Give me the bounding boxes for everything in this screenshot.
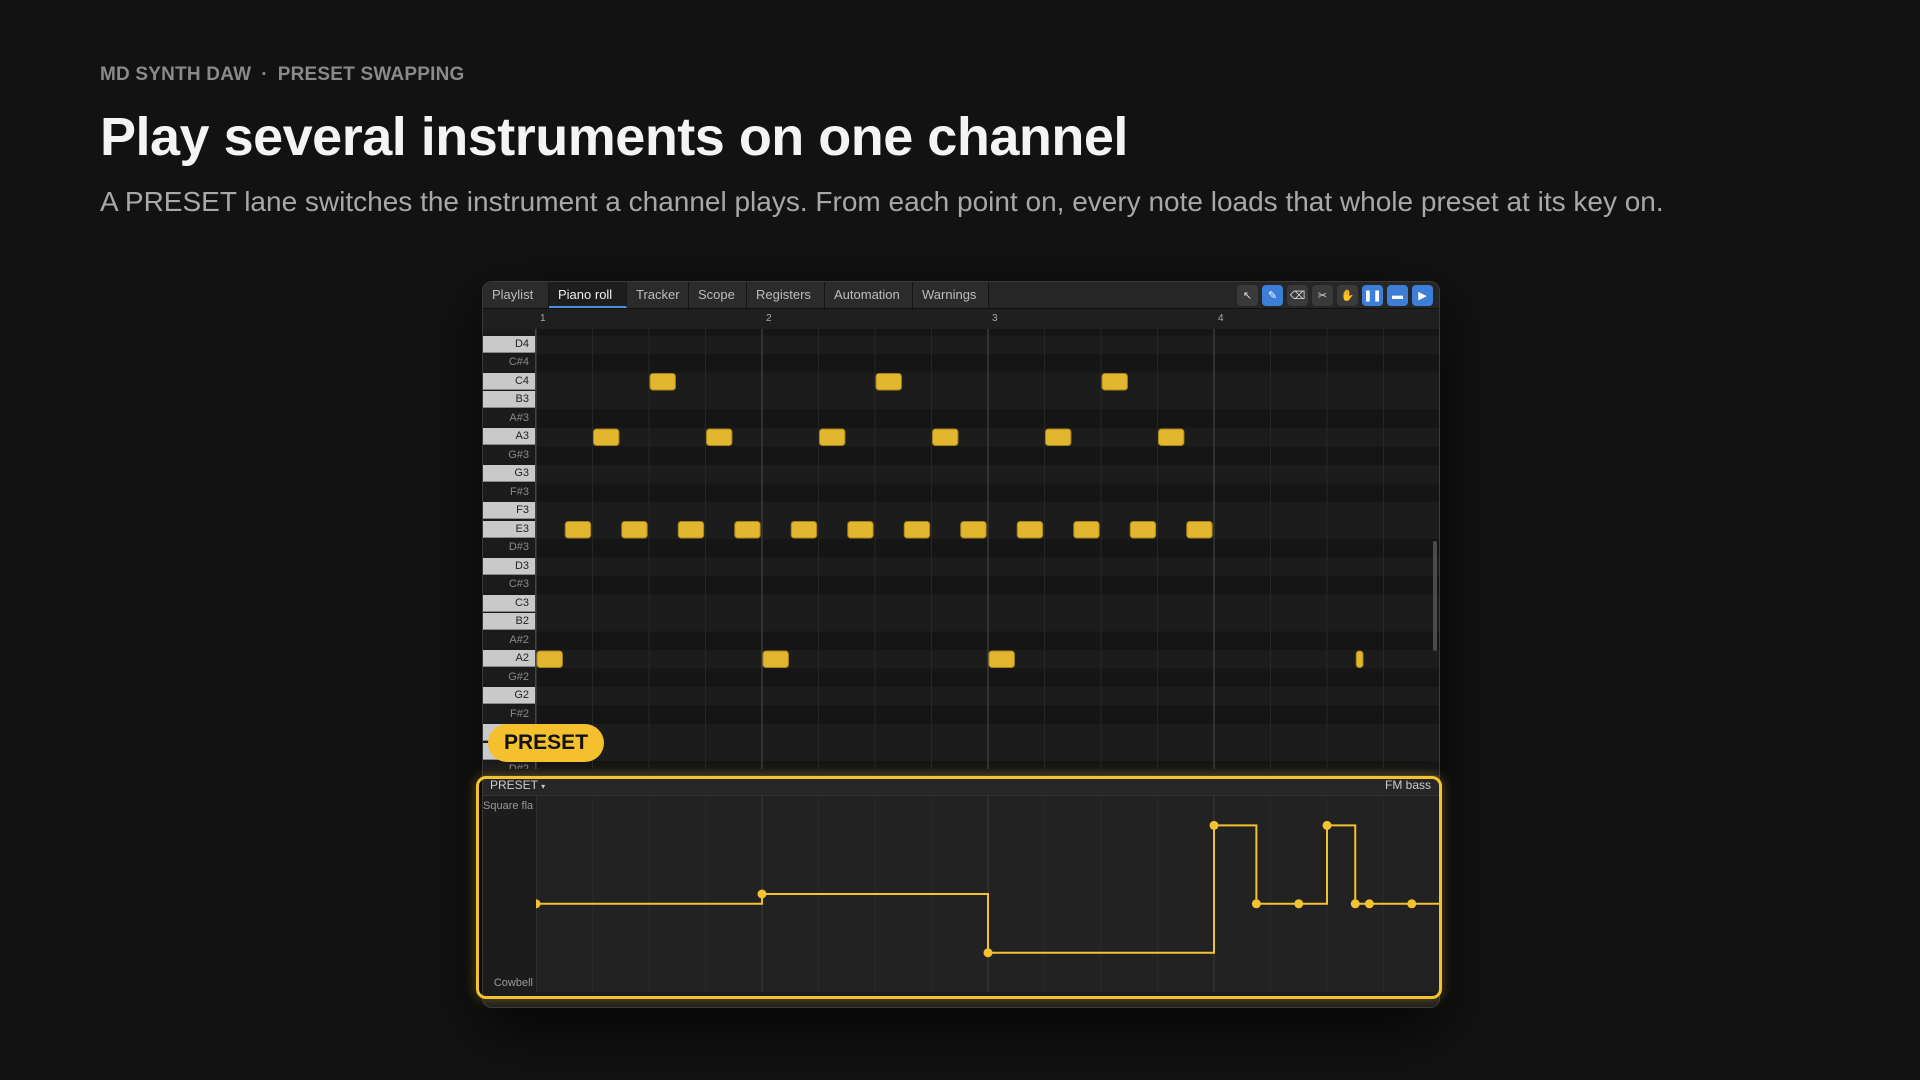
note[interactable]	[960, 521, 987, 539]
play-icon[interactable]: ▶	[1412, 285, 1433, 306]
eraser-icon[interactable]: ⌫	[1287, 285, 1308, 306]
note[interactable]	[649, 373, 676, 391]
vertical-scrollbar[interactable]	[1433, 541, 1437, 651]
note[interactable]	[677, 521, 705, 539]
note[interactable]	[564, 521, 592, 539]
piano-key[interactable]: D3	[483, 557, 535, 575]
piano-key[interactable]: E3	[483, 520, 535, 538]
note[interactable]	[790, 521, 818, 539]
toolbar: ↖ ✎ ⌫ ✂ ✋ ❚❚ ▬ ▶	[1237, 285, 1433, 306]
tab-playlist[interactable]: Playlist	[483, 282, 549, 308]
tab-tracker[interactable]: Tracker	[627, 282, 689, 308]
note[interactable]	[875, 373, 902, 391]
app-name: MD SYNTH DAW	[100, 64, 252, 85]
piano-key[interactable]: A2	[483, 650, 535, 667]
note[interactable]	[593, 428, 620, 446]
piano-key[interactable]: C4	[483, 372, 535, 390]
note[interactable]	[734, 521, 761, 539]
note[interactable]	[706, 428, 733, 446]
section-name: PRESET SWAPPING	[277, 64, 465, 85]
pause-icon[interactable]: ❚❚	[1362, 285, 1383, 306]
note[interactable]	[1073, 521, 1100, 539]
hand-icon[interactable]: ✋	[1337, 285, 1358, 306]
tab-bar: ↖ ✎ ⌫ ✂ ✋ ❚❚ ▬ ▶ Playlist Piano roll Tracker Scope…	[483, 282, 1439, 309]
breadcrumb: MD SYNTH DAW · PRESET SWAPPING	[100, 64, 464, 86]
preset-badge: PRESET	[488, 724, 605, 762]
note[interactable]	[1186, 521, 1213, 539]
piano-key[interactable]: F3	[483, 502, 535, 519]
tab-piano-roll[interactable]: Piano roll	[549, 282, 627, 308]
piano-key[interactable]: G3	[483, 465, 535, 482]
note[interactable]	[819, 428, 846, 446]
note[interactable]	[1016, 521, 1044, 539]
breadcrumb-separator: ·	[261, 64, 268, 85]
note[interactable]	[1101, 373, 1128, 391]
piano-key[interactable]: A#3	[483, 409, 535, 427]
piano-key[interactable]: C3	[483, 594, 535, 612]
piano-key[interactable]: A3	[483, 428, 535, 445]
pointer-icon[interactable]: ↖	[1237, 285, 1258, 306]
note-grid[interactable]	[536, 329, 1439, 769]
piano-key[interactable]: D#4	[483, 329, 535, 334]
note[interactable]	[762, 650, 789, 668]
note[interactable]	[1045, 428, 1072, 446]
bar-number: 2	[766, 313, 772, 324]
timeline-ruler[interactable]: 1 2 3 4	[483, 309, 1439, 330]
piano-key[interactable]: G#3	[483, 446, 535, 464]
piano-key[interactable]: C#4	[483, 354, 535, 371]
piano-key[interactable]: D4	[483, 335, 535, 353]
note[interactable]	[1355, 650, 1364, 668]
page-subtitle: A PRESET lane switches the instrument a …	[100, 186, 1664, 217]
note[interactable]	[903, 521, 931, 539]
piano-key[interactable]: A#2	[483, 631, 535, 649]
note[interactable]	[988, 650, 1015, 668]
tab-scope[interactable]: Scope	[689, 282, 747, 308]
bar-number: 1	[540, 313, 546, 324]
piano-key[interactable]: G#2	[483, 668, 535, 686]
bar-number: 3	[992, 313, 998, 324]
piano-key[interactable]: D#3	[483, 539, 535, 556]
piano-key[interactable]: B3	[483, 391, 535, 408]
note[interactable]	[621, 521, 648, 539]
page-title: Play several instruments on one channel	[100, 107, 1128, 167]
note[interactable]	[932, 428, 959, 446]
piano-keyboard: D#4D4C#4C4B3A#3A3G#3G3F#3F3E3D#3D3C#3C3B…	[483, 329, 536, 769]
note[interactable]	[847, 521, 874, 539]
lane-highlight	[476, 776, 1442, 999]
piano-key[interactable]: B2	[483, 613, 535, 630]
piano-key[interactable]: D#2	[483, 761, 535, 769]
piano-key[interactable]: C#3	[483, 576, 535, 593]
note[interactable]	[1129, 521, 1157, 539]
note[interactable]	[1158, 428, 1185, 446]
note[interactable]	[536, 650, 563, 668]
tab-warnings[interactable]: Warnings	[913, 282, 989, 308]
piano-key[interactable]: F#2	[483, 705, 535, 723]
piano-key[interactable]: G2	[483, 687, 535, 704]
pencil-icon[interactable]: ✎	[1262, 285, 1283, 306]
piano-roll-grid[interactable]	[536, 329, 1439, 769]
minus-icon[interactable]: ▬	[1387, 285, 1408, 306]
bar-number: 4	[1218, 313, 1224, 324]
tab-automation[interactable]: Automation	[825, 282, 913, 308]
cut-icon[interactable]: ✂	[1312, 285, 1333, 306]
tab-registers[interactable]: Registers	[747, 282, 825, 308]
piano-key[interactable]: F#3	[483, 483, 535, 501]
